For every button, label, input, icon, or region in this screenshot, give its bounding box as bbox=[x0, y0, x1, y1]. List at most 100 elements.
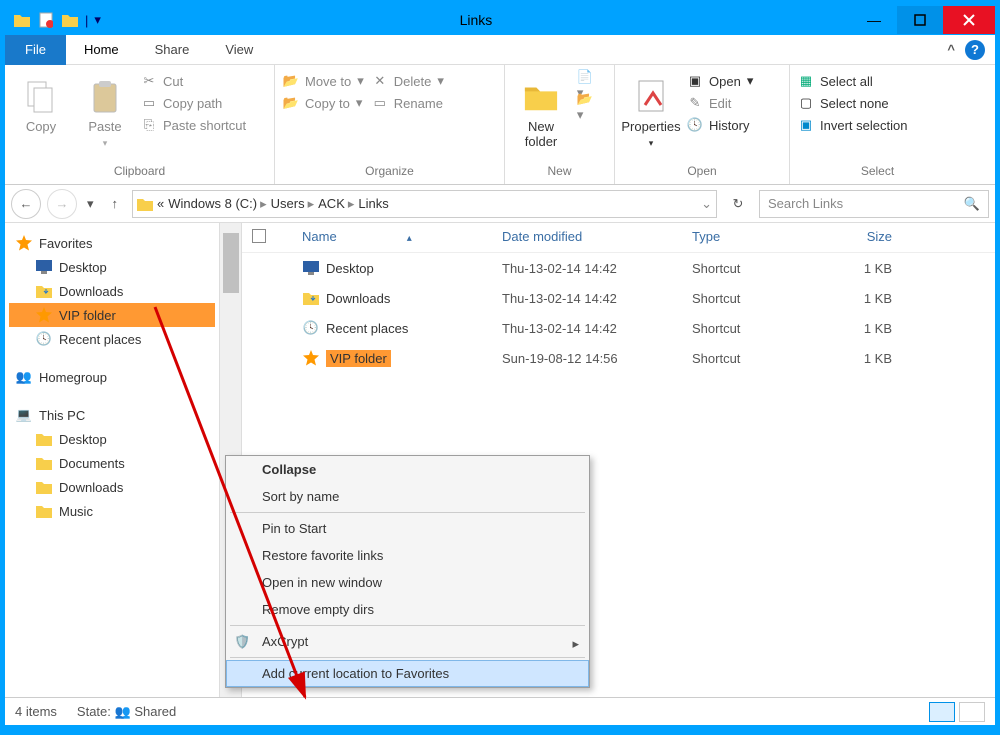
context-menu: Collapse Sort by name Pin to Start Resto… bbox=[225, 455, 590, 688]
sidebar-item-recent[interactable]: 🕓Recent places bbox=[9, 327, 215, 351]
copy-path-button[interactable]: ▭Copy path bbox=[141, 95, 246, 111]
chevron-right-icon: ▸ bbox=[260, 196, 267, 212]
paste-shortcut-button[interactable]: ⎘Paste shortcut bbox=[141, 117, 246, 133]
open-button[interactable]: ▣Open ▾ bbox=[687, 73, 753, 89]
sidebar-item-desktop[interactable]: Desktop bbox=[9, 255, 215, 279]
ctx-restore[interactable]: Restore favorite links bbox=[226, 542, 589, 569]
sidebar-item-downloads[interactable]: Downloads bbox=[9, 475, 215, 499]
ctx-remove-empty[interactable]: Remove empty dirs bbox=[226, 596, 589, 623]
tab-home[interactable]: Home bbox=[66, 36, 137, 63]
ctx-open-new[interactable]: Open in new window bbox=[226, 569, 589, 596]
new-folder-button[interactable]: New folder bbox=[513, 73, 569, 149]
paste-icon bbox=[87, 79, 123, 115]
address-bar[interactable]: « Windows 8 (C:) ▸ Users ▸ ACK ▸ Links ⌄ bbox=[132, 190, 717, 218]
table-row[interactable]: Downloads Thu-13-02-14 14:42 Shortcut 1 … bbox=[242, 283, 995, 313]
select-all-button[interactable]: ▦Select all bbox=[798, 73, 907, 89]
paste-button[interactable]: Paste ▾ bbox=[77, 73, 133, 149]
properties-button[interactable]: Properties ▾ bbox=[623, 73, 679, 149]
address-dropdown-icon[interactable]: ⌄ bbox=[701, 196, 712, 212]
column-headers[interactable]: Name▴ Date modified Type Size bbox=[242, 223, 995, 253]
edit-icon: ✎ bbox=[687, 95, 703, 111]
ribbon-group-label: Select bbox=[798, 162, 957, 180]
delete-button[interactable]: ✕Delete ▾ bbox=[372, 73, 444, 89]
cut-button[interactable]: ✂Cut bbox=[141, 73, 246, 89]
table-row[interactable]: 🕓Recent places Thu-13-02-14 14:42 Shortc… bbox=[242, 313, 995, 343]
search-input[interactable]: Search Links 🔍 bbox=[759, 190, 989, 218]
close-button[interactable] bbox=[943, 6, 995, 34]
chevron-down-icon: ▾ bbox=[437, 73, 444, 89]
chevron-right-icon: ▸ bbox=[572, 636, 579, 652]
history-button[interactable]: 🕓History bbox=[687, 117, 753, 133]
help-icon[interactable]: ? bbox=[965, 40, 985, 60]
ctx-collapse[interactable]: Collapse bbox=[226, 456, 589, 483]
navigation-bar: ← → ▾ ↑ « Windows 8 (C:) ▸ Users ▸ ACK ▸… bbox=[5, 185, 995, 223]
breadcrumb-part[interactable]: Users ▸ bbox=[271, 196, 314, 212]
star-icon bbox=[302, 349, 320, 367]
maximize-button[interactable] bbox=[897, 6, 943, 34]
history-icon: 🕓 bbox=[687, 117, 703, 133]
sidebar-item-documents[interactable]: Documents bbox=[9, 451, 215, 475]
minimize-button[interactable]: — bbox=[851, 6, 897, 34]
table-row[interactable]: Desktop Thu-13-02-14 14:42 Shortcut 1 KB bbox=[242, 253, 995, 283]
recent-dropdown-icon[interactable]: ▾ bbox=[83, 196, 98, 212]
ctx-sort[interactable]: Sort by name bbox=[226, 483, 589, 510]
sidebar-item-music[interactable]: Music bbox=[9, 499, 215, 523]
edit-button[interactable]: ✎Edit bbox=[687, 95, 753, 111]
copy-button[interactable]: Copy bbox=[13, 73, 69, 134]
move-to-button[interactable]: 📂Move to ▾ bbox=[283, 73, 364, 89]
copy-to-button[interactable]: 📂Copy to ▾ bbox=[283, 95, 364, 111]
breadcrumb-root[interactable]: « bbox=[157, 196, 164, 211]
copy-icon bbox=[23, 79, 59, 115]
collapse-ribbon-icon[interactable]: ^ bbox=[937, 42, 965, 57]
ribbon-group-label: Clipboard bbox=[13, 162, 266, 180]
sidebar-item-vip-folder[interactable]: VIP folder bbox=[9, 303, 215, 327]
status-state: State: 👥 Shared bbox=[77, 704, 176, 720]
tab-share[interactable]: Share bbox=[137, 36, 208, 63]
select-all-checkbox[interactable] bbox=[252, 229, 266, 243]
moveto-icon: 📂 bbox=[283, 73, 299, 89]
forward-button[interactable]: → bbox=[47, 189, 77, 219]
monitor-icon bbox=[35, 258, 53, 276]
invert-selection-button[interactable]: ▣Invert selection bbox=[798, 117, 907, 133]
breadcrumb-part[interactable]: Links bbox=[358, 196, 388, 211]
easy-access-icon[interactable]: 📂▾ bbox=[577, 99, 593, 115]
ribbon-group-label: Open bbox=[623, 162, 781, 180]
file-tab[interactable]: File bbox=[5, 35, 66, 65]
folder-icon[interactable] bbox=[13, 11, 31, 29]
ribbon-group-label: Organize bbox=[283, 162, 496, 180]
search-icon: 🔍 bbox=[964, 196, 980, 212]
icons-view-button[interactable] bbox=[959, 702, 985, 722]
new-icon[interactable] bbox=[37, 11, 55, 29]
breadcrumb-part[interactable]: Windows 8 (C:) ▸ bbox=[168, 196, 266, 212]
ribbon: Copy Paste ▾ ✂Cut ▭Copy path ⎘Paste shor… bbox=[5, 65, 995, 185]
details-view-button[interactable] bbox=[929, 702, 955, 722]
folder-icon bbox=[137, 196, 153, 212]
back-button[interactable]: ← bbox=[11, 189, 41, 219]
sidebar-item-desktop[interactable]: Desktop bbox=[9, 427, 215, 451]
sort-indicator-icon: ▴ bbox=[407, 233, 412, 244]
ctx-axcrypt[interactable]: 🛡️AxCrypt▸ bbox=[226, 628, 589, 655]
shield-icon: 🛡️ bbox=[234, 634, 250, 650]
ctx-pin[interactable]: Pin to Start bbox=[226, 515, 589, 542]
table-row[interactable]: VIP folder Sun-19-08-12 14:56 Shortcut 1… bbox=[242, 343, 995, 373]
scroll-thumb[interactable] bbox=[223, 233, 239, 293]
breadcrumb-part[interactable]: ACK ▸ bbox=[318, 196, 354, 212]
up-button[interactable]: ↑ bbox=[104, 196, 127, 211]
refresh-button[interactable]: ↻ bbox=[723, 196, 753, 212]
shortcut-icon: ⎘ bbox=[141, 117, 157, 133]
sidebar-this-pc[interactable]: 💻This PC bbox=[9, 403, 215, 427]
chevron-down-icon: ▾ bbox=[356, 95, 363, 111]
window-title: Links bbox=[101, 12, 851, 28]
folder2-icon[interactable] bbox=[61, 11, 79, 29]
invert-icon: ▣ bbox=[798, 117, 814, 133]
ctx-separator bbox=[230, 512, 585, 513]
sidebar-homegroup[interactable]: 👥Homegroup bbox=[9, 365, 215, 389]
select-none-button[interactable]: ▢Select none bbox=[798, 95, 907, 111]
rename-icon: ▭ bbox=[372, 95, 388, 111]
tab-view[interactable]: View bbox=[207, 36, 271, 63]
item-count: 4 items bbox=[15, 704, 57, 719]
sidebar-item-downloads[interactable]: Downloads bbox=[9, 279, 215, 303]
rename-button[interactable]: ▭Rename bbox=[372, 95, 444, 111]
sidebar-favorites[interactable]: Favorites bbox=[9, 231, 215, 255]
ctx-add-favorites[interactable]: Add current location to Favorites bbox=[226, 660, 589, 687]
